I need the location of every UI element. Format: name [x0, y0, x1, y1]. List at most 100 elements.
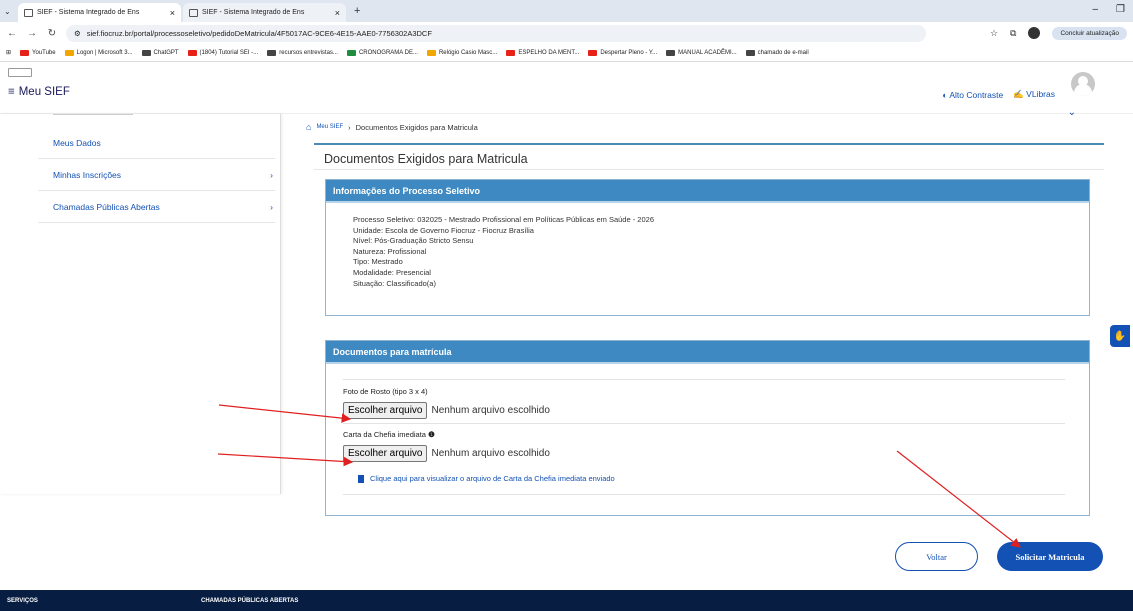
- breadcrumb-separator-icon: ›: [348, 122, 351, 132]
- footer-servicos[interactable]: SERVIÇOS: [7, 598, 38, 604]
- bookmark-item[interactable]: ChatGPT: [141, 49, 179, 56]
- title-divider: [314, 169, 1104, 170]
- breadcrumb-current: Documentos Exigidos para Matricula: [355, 122, 478, 132]
- new-tab-icon[interactable]: +: [348, 5, 366, 17]
- back-arrow-icon[interactable]: ←: [6, 28, 18, 39]
- forward-arrow-icon[interactable]: →: [26, 28, 38, 39]
- hamburger-icon: ≡: [8, 86, 15, 98]
- bookmark-item[interactable]: Despertar Pleno - Y...: [588, 49, 658, 56]
- info-line: Natureza: Profissional: [353, 246, 427, 256]
- page-title: Documentos Exigidos para Matricula: [324, 152, 528, 166]
- bookmark-favicon-icon: [20, 49, 30, 56]
- home-icon[interactable]: ⌂: [306, 122, 311, 132]
- user-avatar[interactable]: [1071, 72, 1095, 96]
- fiocruz-logo[interactable]: [8, 68, 32, 77]
- vlibras-widget-button[interactable]: ✋: [1110, 325, 1130, 347]
- extensions-icon[interactable]: ⧉: [1010, 28, 1016, 39]
- bookmark-label: ESPELHO DA MENT...: [518, 49, 580, 56]
- letter-label-text: Carta da Chefia imediata: [343, 430, 426, 439]
- main-menu-toggle[interactable]: ≡ Meu SIEF: [8, 86, 70, 98]
- site-info-icon[interactable]: ⚙: [74, 29, 81, 38]
- tab-search-chevron-icon[interactable]: ⌄: [4, 7, 18, 16]
- info-line: Modalidade: Presencial: [353, 267, 431, 277]
- field-divider: [343, 423, 1065, 424]
- process-info: Processo Seletivo: 032025 - Mestrado Pro…: [326, 203, 1089, 289]
- bookmark-favicon-icon: [346, 49, 356, 56]
- bookmark-star-icon[interactable]: ☆: [990, 28, 998, 39]
- close-tab-icon[interactable]: ×: [170, 8, 175, 18]
- restore-icon[interactable]: ❐: [1116, 4, 1125, 15]
- bookmark-label: Logon | Microsoft 3...: [76, 49, 133, 56]
- bookmark-item[interactable]: ESPELHO DA MENT...: [506, 49, 580, 56]
- window-controls: – ❐: [1092, 4, 1125, 15]
- field-divider: [343, 494, 1065, 495]
- bookmark-label: Relógio Casio Masc...: [438, 49, 498, 56]
- letter-file-status: Nenhum arquivo escolhido: [431, 448, 550, 459]
- bookmark-item[interactable]: YouTube: [20, 49, 56, 56]
- bookmark-item[interactable]: MANUAL ACADÊMI...: [666, 49, 737, 56]
- sidebar-divider: [38, 222, 275, 223]
- vlibras-link[interactable]: ✍ VLibras: [1013, 89, 1055, 100]
- info-line: Unidade: Escola de Governo Fiocruz - Fio…: [353, 225, 534, 235]
- bookmark-item[interactable]: CRONOGRAMA DE...: [346, 49, 418, 56]
- tab-title: SIEF - Sistema Integrado de Ens: [202, 9, 305, 16]
- info-icon[interactable]: ❶: [428, 430, 435, 439]
- tab-favicon-icon: [189, 8, 198, 17]
- breadcrumb-home[interactable]: Meu SIEF: [316, 124, 343, 130]
- minimize-icon[interactable]: –: [1092, 4, 1098, 15]
- sidebar-item-chamadas-publicas[interactable]: Chamadas Públicas Abertas ›: [53, 202, 273, 212]
- info-panel-title: Informações do Processo Seletivo: [326, 180, 1089, 203]
- profile-avatar-icon[interactable]: [1028, 27, 1041, 39]
- sidebar-scrolled-item: [53, 114, 133, 116]
- sidebar-divider: [38, 190, 275, 191]
- close-tab-icon[interactable]: ×: [335, 8, 340, 18]
- bookmark-item[interactable]: recursos entrevistas...: [267, 49, 338, 56]
- bookmark-label: recursos entrevistas...: [279, 49, 338, 56]
- bookmark-label: ChatGPT: [153, 49, 179, 56]
- choose-photo-file-button[interactable]: Escolher arquivo: [343, 402, 428, 419]
- site-footer: SERVIÇOS CHAMADAS PÚBLICAS ABERTAS: [0, 590, 1133, 611]
- letter-field-label: Carta da Chefia imediata ❶: [343, 430, 1065, 439]
- footer-chamadas[interactable]: CHAMADAS PÚBLICAS ABERTAS: [201, 598, 298, 604]
- sidebar-item-minhas-inscricoes[interactable]: Minhas Inscrições ›: [53, 170, 273, 180]
- browser-tab-2[interactable]: SIEF - Sistema Integrado de Ens ×: [183, 3, 346, 22]
- browser-tab-1[interactable]: SIEF - Sistema Integrado de Ens ×: [18, 3, 181, 22]
- bookmark-item[interactable]: Relógio Casio Masc...: [426, 49, 498, 56]
- bookmark-favicon-icon: [64, 49, 74, 56]
- back-button[interactable]: Voltar: [895, 542, 978, 571]
- letter-upload-field: Carta da Chefia imediata ❶ Escolher arqu…: [343, 430, 1065, 462]
- bookmark-item[interactable]: (1804) Tutorial SEI -...: [187, 49, 258, 56]
- bookmark-favicon-icon: [666, 49, 676, 56]
- bookmark-item[interactable]: Logon | Microsoft 3...: [64, 49, 133, 56]
- bookmarks-bar: ⊞ YouTube Logon | Microsoft 3... ChatGPT (1…: [0, 44, 1133, 62]
- field-divider: [343, 379, 1065, 380]
- menu-title: Meu SIEF: [18, 86, 70, 98]
- bookmark-label: Despertar Pleno - Y...: [600, 49, 658, 56]
- view-uploaded-letter-link[interactable]: Clique aqui para visualizar o arquivo de…: [358, 474, 615, 483]
- request-enrollment-button[interactable]: Solicitar Matricula: [997, 542, 1103, 571]
- sidebar-item-meus-dados[interactable]: Meus Dados: [53, 138, 273, 148]
- view-link-text: Clique aqui para visualizar o arquivo de…: [370, 474, 615, 483]
- accessibility-links: ◐ Alto Contraste ✍ VLibras: [942, 89, 1055, 100]
- site-header: ≡ Meu SIEF ◐ Alto Contraste ✍ VLibras ⌄: [0, 62, 1133, 118]
- contrast-link[interactable]: ◐ Alto Contraste: [942, 90, 1003, 100]
- update-browser-button[interactable]: Concluir atualização: [1052, 26, 1127, 40]
- chevron-right-icon: ›: [270, 170, 273, 180]
- reload-icon[interactable]: ↻: [46, 28, 58, 39]
- bookmark-favicon-icon: [267, 49, 277, 56]
- breadcrumb: ⌂ Meu SIEF › Documentos Exigidos para Ma…: [306, 122, 478, 132]
- address-bar-actions: ☆ ⧉ Concluir atualização: [990, 26, 1127, 40]
- url-field[interactable]: ⚙ sief.fiocruz.br/portal/processoseletiv…: [66, 24, 926, 42]
- document-icon: [358, 474, 364, 483]
- chevron-right-icon: ›: [270, 202, 273, 212]
- sign-language-icon: ✋: [1113, 330, 1127, 342]
- choose-letter-file-button[interactable]: Escolher arquivo: [343, 445, 428, 462]
- content-card: Documentos Exigidos para Matricula Infor…: [314, 143, 1104, 571]
- address-bar-row: ← → ↻ ⚙ sief.fiocruz.br/portal/processos…: [0, 22, 1133, 44]
- apps-grid-icon[interactable]: ⊞: [6, 49, 11, 56]
- bookmark-label: YouTube: [32, 49, 56, 56]
- letter-file-input: Escolher arquivo Nenhum arquivo escolhid…: [343, 445, 1065, 462]
- bookmark-item[interactable]: chamado de e-mail: [745, 49, 809, 56]
- sidebar: Meus Dados Minhas Inscrições › Chamadas …: [0, 114, 281, 494]
- documents-panel: Documentos para matrícula Foto de Rosto …: [325, 340, 1090, 516]
